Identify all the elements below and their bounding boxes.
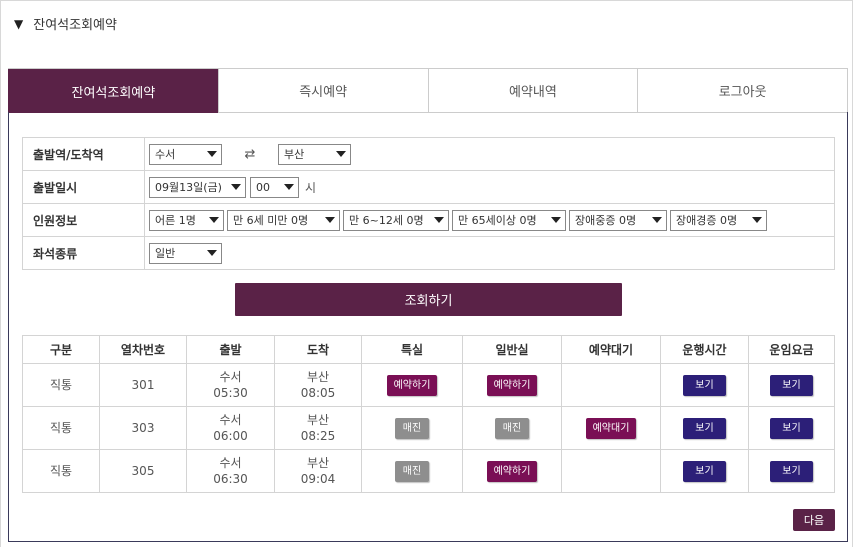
collapse-triangle-icon[interactable]: ▼ xyxy=(14,17,23,31)
cell-arrival: 부산 08:05 xyxy=(274,363,362,407)
cell-general: 예약하기 xyxy=(462,449,562,493)
soldout-first-badge: 매진 xyxy=(394,460,430,482)
form-row-seat: 좌석종류 일반 xyxy=(22,236,835,270)
search-form: 출발역/도착역 수서 ⇄ 부산 출발일시 09월13일(금) 00 시 인원정보 xyxy=(22,137,835,270)
form-row-stations: 출발역/도착역 수서 ⇄ 부산 xyxy=(22,137,835,171)
waitlist-button[interactable]: 예약대기 xyxy=(585,417,637,439)
tab-reservation-history[interactable]: 예약내역 xyxy=(427,69,638,113)
cell-fare: 보기 xyxy=(748,449,835,493)
datetime-label: 출발일시 xyxy=(22,170,145,204)
hour-unit: 시 xyxy=(305,180,317,195)
col-header-first-class: 특실 xyxy=(361,335,463,364)
next-button[interactable]: 다음 xyxy=(793,509,835,531)
chevron-down-icon xyxy=(336,151,346,157)
cell-fare: 보기 xyxy=(748,406,835,450)
view-run-time-button[interactable]: 보기 xyxy=(683,417,726,439)
tab-seat-inquiry[interactable]: 잔여석조회예약 xyxy=(8,69,218,113)
disabled-severe-select[interactable]: 장애중증 0명 xyxy=(569,209,667,231)
cell-departure: 수서 05:30 xyxy=(186,363,275,407)
col-header-train-no: 열차번호 xyxy=(99,335,187,364)
chevron-down-icon xyxy=(284,184,294,190)
seat-type-label: 좌석종류 xyxy=(22,236,145,270)
table-row: 직통 301 수서 05:30 부산 08:05 예약하기 예약하기 보기 보기 xyxy=(22,363,835,407)
cell-departure: 수서 06:30 xyxy=(186,449,275,493)
view-run-time-button[interactable]: 보기 xyxy=(683,460,726,482)
tab-logout[interactable]: 로그아웃 xyxy=(637,69,847,113)
cell-arrival: 부산 08:25 xyxy=(274,406,362,450)
tab-bar: 잔여석조회예약 즉시예약 예약내역 로그아웃 xyxy=(8,68,848,113)
table-row: 직통 305 수서 06:30 부산 09:04 매진 예약하기 보기 보기 xyxy=(22,449,835,493)
chevron-down-icon xyxy=(207,151,217,157)
swap-stations-icon[interactable]: ⇄ xyxy=(226,147,274,162)
departure-station-select[interactable]: 수서 xyxy=(149,143,222,165)
child-6-12-select[interactable]: 만 6~12세 0명 xyxy=(343,209,449,231)
child-under6-select[interactable]: 만 6세 미만 0명 xyxy=(227,209,340,231)
departure-hour-select[interactable]: 00 xyxy=(250,176,299,198)
disabled-mild-select[interactable]: 장애경증 0명 xyxy=(670,209,767,231)
view-run-time-button[interactable]: 보기 xyxy=(683,374,726,396)
arrival-station-select[interactable]: 부산 xyxy=(278,143,351,165)
cell-run-time: 보기 xyxy=(660,449,749,493)
cell-type: 직통 xyxy=(22,449,100,493)
col-header-type: 구분 xyxy=(22,335,100,364)
results-table: 구분 열차번호 출발 도착 특실 일반실 예약대기 운행시간 운임요금 직통 3… xyxy=(22,335,835,493)
seat-type-select[interactable]: 일반 xyxy=(149,242,222,264)
table-row: 직통 303 수서 06:00 부산 08:25 매진 매진 예약대기 보기 보기 xyxy=(22,406,835,450)
chevron-down-icon xyxy=(551,217,561,223)
reserve-general-button[interactable]: 예약하기 xyxy=(486,460,538,482)
chevron-down-icon xyxy=(207,250,217,256)
cell-waitlist xyxy=(561,363,661,407)
cell-train-no: 301 xyxy=(99,363,187,407)
cell-waitlist xyxy=(561,449,661,493)
content-panel: 출발역/도착역 수서 ⇄ 부산 출발일시 09월13일(금) 00 시 인원정보 xyxy=(8,112,848,542)
cell-train-no: 303 xyxy=(99,406,187,450)
section-header[interactable]: ▼ 잔여석조회예약 xyxy=(14,14,117,34)
cell-departure: 수서 06:00 xyxy=(186,406,275,450)
chevron-down-icon xyxy=(231,184,241,190)
cell-general: 예약하기 xyxy=(462,363,562,407)
soldout-general-badge: 매진 xyxy=(494,417,530,439)
chevron-down-icon xyxy=(434,217,444,223)
reserve-general-button[interactable]: 예약하기 xyxy=(486,374,538,396)
col-header-arrival: 도착 xyxy=(274,335,362,364)
soldout-first-badge: 매진 xyxy=(394,417,430,439)
col-header-fare: 운임요금 xyxy=(748,335,835,364)
cell-train-no: 305 xyxy=(99,449,187,493)
view-fare-button[interactable]: 보기 xyxy=(770,460,813,482)
chevron-down-icon xyxy=(752,217,762,223)
chevron-down-icon xyxy=(325,217,335,223)
section-title: 잔여석조회예약 xyxy=(33,18,117,33)
reserve-first-button[interactable]: 예약하기 xyxy=(386,374,438,396)
passengers-label: 인원정보 xyxy=(22,203,145,237)
col-header-run-time: 운행시간 xyxy=(660,335,749,364)
view-fare-button[interactable]: 보기 xyxy=(770,417,813,439)
stations-label: 출발역/도착역 xyxy=(22,137,145,171)
form-row-datetime: 출발일시 09월13일(금) 00 시 xyxy=(22,170,835,204)
cell-general: 매진 xyxy=(462,406,562,450)
chevron-down-icon xyxy=(652,217,662,223)
cell-first-class: 매진 xyxy=(361,449,463,493)
cell-first-class: 매진 xyxy=(361,406,463,450)
chevron-down-icon xyxy=(209,217,219,223)
col-header-departure: 출발 xyxy=(186,335,275,364)
form-row-passengers: 인원정보 어른 1명 만 6세 미만 0명 만 6~12세 0명 만 65세이상… xyxy=(22,203,835,237)
cell-type: 직통 xyxy=(22,363,100,407)
senior-count-select[interactable]: 만 65세이상 0명 xyxy=(452,209,566,231)
view-fare-button[interactable]: 보기 xyxy=(770,374,813,396)
cell-run-time: 보기 xyxy=(660,406,749,450)
col-header-waitlist: 예약대기 xyxy=(561,335,661,364)
cell-first-class: 예약하기 xyxy=(361,363,463,407)
adult-count-select[interactable]: 어른 1명 xyxy=(149,209,224,231)
tab-instant-reservation[interactable]: 즉시예약 xyxy=(217,69,428,113)
cell-waitlist: 예약대기 xyxy=(561,406,661,450)
departure-date-select[interactable]: 09월13일(금) xyxy=(149,176,246,198)
cell-arrival: 부산 09:04 xyxy=(274,449,362,493)
results-header-row: 구분 열차번호 출발 도착 특실 일반실 예약대기 운행시간 운임요금 xyxy=(22,335,835,364)
search-button[interactable]: 조회하기 xyxy=(235,283,622,316)
cell-type: 직통 xyxy=(22,406,100,450)
cell-fare: 보기 xyxy=(748,363,835,407)
cell-run-time: 보기 xyxy=(660,363,749,407)
col-header-general: 일반실 xyxy=(462,335,562,364)
